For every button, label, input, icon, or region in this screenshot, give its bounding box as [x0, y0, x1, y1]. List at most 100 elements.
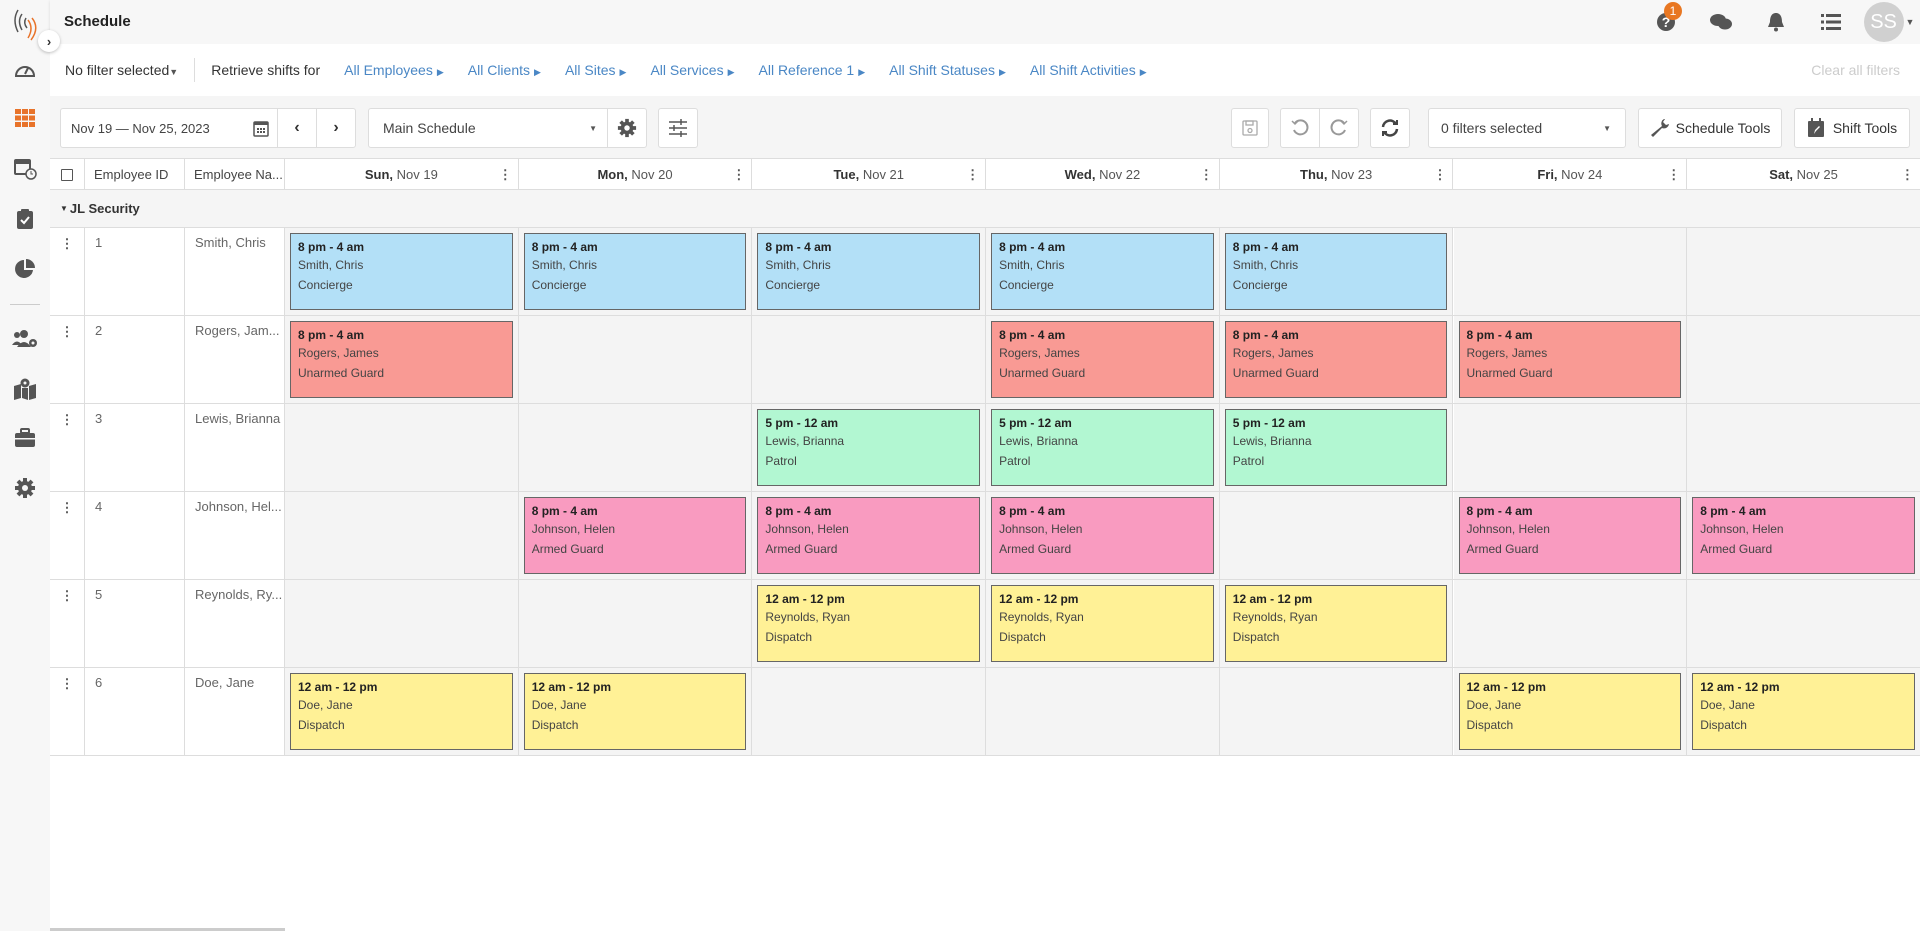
day-cell[interactable] [1687, 228, 1920, 315]
shift-card[interactable]: 8 pm - 4 am Johnson, Helen Armed Guard [991, 497, 1214, 574]
date-range-picker[interactable]: Nov 19 — Nov 25, 2023 [60, 108, 278, 148]
shift-card[interactable]: 8 pm - 4 am Rogers, James Unarmed Guard [991, 321, 1214, 398]
shift-card[interactable]: 8 pm - 4 am Smith, Chris Concierge [991, 233, 1214, 310]
schedule-select[interactable]: Main Schedule ▼ [368, 108, 608, 148]
kebab-menu-icon[interactable]: ⋮ [732, 167, 745, 183]
notifications-button[interactable] [1748, 0, 1803, 44]
day-header[interactable]: Fri, Nov 24 ⋮ [1454, 159, 1688, 190]
kebab-menu-icon[interactable]: ⋮ [499, 167, 512, 183]
saved-filter-dropdown[interactable]: No filter selected▼ [65, 62, 178, 78]
list-button[interactable] [1803, 0, 1858, 44]
view-options-button[interactable] [658, 108, 698, 148]
previous-week-button[interactable]: ‹ [277, 108, 317, 148]
day-cell[interactable]: 5 pm - 12 am Lewis, Brianna Patrol [986, 404, 1220, 491]
row-menu-icon[interactable]: ⋮ [50, 668, 85, 755]
refresh-button[interactable] [1370, 108, 1410, 148]
filter-sites[interactable]: All Sites ▶ [565, 62, 627, 78]
day-header[interactable]: Mon, Nov 20 ⋮ [519, 159, 753, 190]
user-menu[interactable]: SS ▼ [1858, 0, 1920, 44]
shift-card[interactable]: 12 am - 12 pm Doe, Jane Dispatch [290, 673, 513, 750]
save-button[interactable] [1231, 108, 1269, 148]
day-cell[interactable] [518, 580, 753, 667]
day-cell[interactable]: 8 pm - 4 am Rogers, James Unarmed Guard [285, 316, 519, 403]
expand-sidebar-button[interactable]: › [38, 30, 60, 52]
day-cell[interactable]: 12 am - 12 pm Doe, Jane Dispatch [285, 668, 519, 755]
day-cell[interactable] [285, 404, 519, 491]
day-cell[interactable]: 8 pm - 4 am Johnson, Helen Armed Guard [752, 492, 987, 579]
redo-button[interactable] [1319, 108, 1359, 148]
clear-all-filters-link[interactable]: Clear all filters [1811, 62, 1900, 78]
gear-icon[interactable] [12, 475, 38, 501]
row-menu-icon[interactable]: ⋮ [50, 404, 85, 491]
day-cell[interactable]: 8 pm - 4 am Johnson, Helen Armed Guard [518, 492, 753, 579]
filter-employees[interactable]: All Employees ▶ [344, 62, 444, 78]
shift-card[interactable]: 8 pm - 4 am Smith, Chris Concierge [290, 233, 513, 310]
day-cell[interactable] [1687, 580, 1920, 667]
shift-card[interactable]: 8 pm - 4 am Johnson, Helen Armed Guard [523, 497, 747, 574]
group-header[interactable]: ▼ JL Security [50, 190, 1920, 228]
day-cell[interactable]: 12 am - 12 pm Doe, Jane Dispatch [518, 668, 753, 755]
gauge-icon[interactable] [12, 56, 38, 82]
shift-card[interactable]: 8 pm - 4 am Rogers, James Unarmed Guard [1458, 321, 1682, 398]
day-cell[interactable] [285, 492, 519, 579]
shift-card[interactable]: 12 am - 12 pm Reynolds, Ryan Dispatch [1224, 585, 1448, 662]
kebab-menu-icon[interactable]: ⋮ [966, 167, 979, 183]
day-cell[interactable]: 8 pm - 4 am Johnson, Helen Armed Guard [986, 492, 1220, 579]
day-cell[interactable]: 12 am - 12 pm Reynolds, Ryan Dispatch [1219, 580, 1454, 667]
day-cell[interactable] [1453, 404, 1688, 491]
column-header-employee-id[interactable]: Employee ID [85, 159, 185, 190]
day-cell[interactable] [986, 668, 1220, 755]
day-cell[interactable]: 8 pm - 4 am Rogers, James Unarmed Guard [1219, 316, 1454, 403]
row-menu-icon[interactable]: ⋮ [50, 316, 85, 403]
shift-card[interactable]: 12 am - 12 pm Reynolds, Ryan Dispatch [991, 585, 1214, 662]
day-cell[interactable]: 12 am - 12 pm Reynolds, Ryan Dispatch [986, 580, 1220, 667]
day-cell[interactable]: 8 pm - 4 am Smith, Chris Concierge [1219, 228, 1454, 315]
undo-button[interactable] [1280, 108, 1320, 148]
day-cell[interactable]: 8 pm - 4 am Rogers, James Unarmed Guard [1453, 316, 1688, 403]
shift-card[interactable]: 8 pm - 4 am Johnson, Helen Armed Guard [757, 497, 981, 574]
shift-card[interactable]: 8 pm - 4 am Smith, Chris Concierge [757, 233, 981, 310]
day-cell[interactable]: 12 am - 12 pm Doe, Jane Dispatch [1687, 668, 1920, 755]
column-header-employee-name[interactable]: Employee Na... [185, 159, 285, 190]
help-button[interactable]: ? 1 [1638, 0, 1693, 44]
filter-shift-statuses[interactable]: All Shift Statuses ▶ [889, 62, 1006, 78]
day-cell[interactable] [518, 404, 753, 491]
day-cell[interactable] [1453, 228, 1688, 315]
day-cell[interactable] [1687, 316, 1920, 403]
day-cell[interactable]: 12 am - 12 pm Doe, Jane Dispatch [1453, 668, 1688, 755]
shift-card[interactable]: 8 pm - 4 am Johnson, Helen Armed Guard [1692, 497, 1915, 574]
map-pin-icon[interactable] [12, 376, 38, 402]
shift-card[interactable]: 8 pm - 4 am Johnson, Helen Armed Guard [1458, 497, 1682, 574]
day-cell[interactable] [1219, 492, 1454, 579]
shift-card[interactable]: 5 pm - 12 am Lewis, Brianna Patrol [757, 409, 981, 486]
day-cell[interactable]: 8 pm - 4 am Smith, Chris Concierge [986, 228, 1220, 315]
shift-card[interactable]: 12 am - 12 pm Doe, Jane Dispatch [1692, 673, 1915, 750]
select-all-checkbox[interactable] [50, 159, 85, 190]
shift-card[interactable]: 12 am - 12 pm Reynolds, Ryan Dispatch [757, 585, 981, 662]
day-cell[interactable]: 12 am - 12 pm Reynolds, Ryan Dispatch [752, 580, 987, 667]
day-cell[interactable] [1219, 668, 1454, 755]
shift-card[interactable]: 5 pm - 12 am Lewis, Brianna Patrol [991, 409, 1214, 486]
day-header[interactable]: Wed, Nov 22 ⋮ [986, 159, 1220, 190]
shift-card[interactable]: 8 pm - 4 am Smith, Chris Concierge [523, 233, 747, 310]
filter-reference-1[interactable]: All Reference 1 ▶ [759, 62, 866, 78]
day-cell[interactable]: 8 pm - 4 am Smith, Chris Concierge [518, 228, 753, 315]
day-header[interactable]: Tue, Nov 21 ⋮ [752, 159, 987, 190]
shift-card[interactable]: 12 am - 12 pm Doe, Jane Dispatch [1458, 673, 1682, 750]
shift-tools-button[interactable]: Shift Tools [1794, 108, 1910, 148]
shift-card[interactable]: 5 pm - 12 am Lewis, Brianna Patrol [1224, 409, 1448, 486]
row-menu-icon[interactable]: ⋮ [50, 492, 85, 579]
day-cell[interactable]: 8 pm - 4 am Johnson, Helen Armed Guard [1687, 492, 1920, 579]
briefcase-icon[interactable] [12, 425, 38, 451]
filter-services[interactable]: All Services ▶ [650, 62, 734, 78]
kebab-menu-icon[interactable]: ⋮ [1901, 167, 1914, 183]
schedule-settings-button[interactable] [607, 108, 647, 148]
day-cell[interactable]: 8 pm - 4 am Smith, Chris Concierge [752, 228, 987, 315]
shift-card[interactable]: 12 am - 12 pm Doe, Jane Dispatch [523, 673, 747, 750]
day-header[interactable]: Sat, Nov 25 ⋮ [1687, 159, 1920, 190]
day-cell[interactable]: 8 pm - 4 am Johnson, Helen Armed Guard [1453, 492, 1688, 579]
day-cell[interactable] [518, 316, 753, 403]
day-header[interactable]: Thu, Nov 23 ⋮ [1220, 159, 1454, 190]
day-cell[interactable] [752, 668, 987, 755]
filter-shift-activities[interactable]: All Shift Activities ▶ [1030, 62, 1147, 78]
